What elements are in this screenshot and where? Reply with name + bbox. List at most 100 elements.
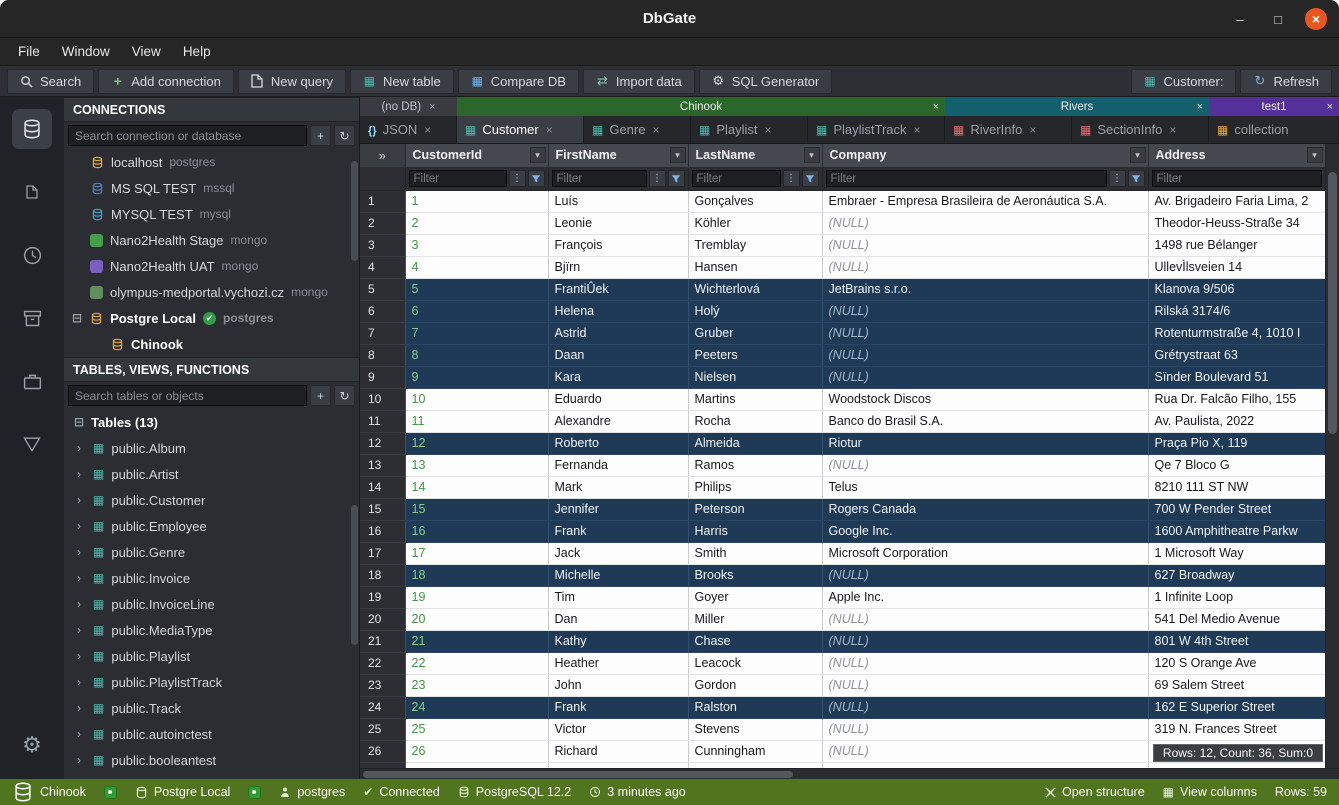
connection-item-nano2health-stage[interactable]: Nano2Health Stagemongo <box>64 227 359 253</box>
cell-customerid[interactable]: 5 <box>405 278 548 300</box>
row-number[interactable]: 3 <box>360 234 405 256</box>
filter-funnel-icon[interactable] <box>528 170 545 187</box>
cell-firstname[interactable]: Jack <box>548 542 688 564</box>
status-item-postgre-local[interactable]: Postgre Local <box>135 785 230 799</box>
cell-customerid[interactable]: 16 <box>405 520 548 542</box>
table-row[interactable]: 1313FernandaRamos(NULL)Qe 7 Bloco G <box>360 454 1325 476</box>
horizontal-scrollbar-thumb[interactable] <box>363 771 793 778</box>
tab-json[interactable]: {}JSON× <box>360 116 457 143</box>
status-item-badge[interactable] <box>104 786 117 799</box>
cell-lastname[interactable]: Stevens <box>688 718 822 740</box>
close-icon[interactable]: × <box>1327 101 1333 113</box>
tables-add-icon[interactable]: + <box>310 385 331 406</box>
refresh-button[interactable]: ↻Refresh <box>1240 69 1332 94</box>
cell-customerid[interactable]: 2 <box>405 212 548 234</box>
cell-customerid[interactable]: 15 <box>405 498 548 520</box>
chevron-right-icon[interactable]: › <box>77 467 86 481</box>
close-icon[interactable]: × <box>652 123 659 137</box>
cell-address[interactable]: 120 S Orange Ave <box>1148 652 1325 674</box>
row-number[interactable]: 5 <box>360 278 405 300</box>
chevron-right-icon[interactable]: › <box>77 727 86 741</box>
cell-lastname[interactable]: Brooks <box>688 564 822 586</box>
cell-company[interactable]: Embraer - Empresa Brasileira de Aeronáut… <box>822 190 1148 212</box>
import-data-button[interactable]: ⇄Import data <box>583 69 695 94</box>
cell-company[interactable]: (NULL) <box>822 344 1148 366</box>
cell-firstname[interactable]: François <box>548 234 688 256</box>
cell-lastname[interactable]: Ralston <box>688 696 822 718</box>
row-number[interactable]: 9 <box>360 366 405 388</box>
status-item-connected[interactable]: ✔Connected <box>363 785 440 799</box>
chevron-right-icon[interactable]: › <box>77 597 86 611</box>
close-icon[interactable]: × <box>1197 101 1203 113</box>
cell-address[interactable]: Rua Dr. Falcão Filho, 155 <box>1148 388 1325 410</box>
status-item-view-columns[interactable]: ▦View columns <box>1163 785 1257 799</box>
db-group-rivers[interactable]: Rivers× <box>945 97 1209 116</box>
close-icon[interactable]: × <box>933 101 939 113</box>
close-icon[interactable]: × <box>546 123 553 137</box>
table-item-public-mediatype[interactable]: ›▦public.MediaType <box>64 617 359 643</box>
cell-customerid[interactable]: 25 <box>405 718 548 740</box>
table-row[interactable]: 11LuísGonçalvesEmbraer - Empresa Brasile… <box>360 190 1325 212</box>
table-row[interactable]: 2222HeatherLeacock(NULL)120 S Orange Ave <box>360 652 1325 674</box>
compare-db-button[interactable]: ▦Compare DB <box>458 69 579 94</box>
tab-customer[interactable]: ▦Customer× <box>457 116 584 143</box>
horizontal-scrollbar[interactable] <box>360 768 1339 779</box>
row-number[interactable]: 17 <box>360 542 405 564</box>
vertical-scrollbar-thumb[interactable] <box>1328 172 1337 434</box>
cell-customerid[interactable]: 4 <box>405 256 548 278</box>
row-number[interactable]: 1 <box>360 190 405 212</box>
new-query-button[interactable]: New query <box>238 69 346 94</box>
cell-company[interactable]: (NULL) <box>822 696 1148 718</box>
vertical-scrollbar[interactable] <box>1325 144 1339 768</box>
cell-customerid[interactable]: 20 <box>405 608 548 630</box>
status-item-open-structure[interactable]: Open structure <box>1045 785 1145 799</box>
table-row[interactable]: 2424FrankRalston(NULL)162 E Superior Str… <box>360 696 1325 718</box>
sql-generator-button[interactable]: ⚙SQL Generator <box>699 69 833 94</box>
cell-company[interactable]: (NULL) <box>822 366 1148 388</box>
row-number[interactable]: 21 <box>360 630 405 652</box>
cell-customerid[interactable]: 10 <box>405 388 548 410</box>
column-dropdown-icon[interactable]: ▾ <box>670 147 686 163</box>
cell-firstname[interactable]: Richard <box>548 740 688 762</box>
row-number[interactable]: 23 <box>360 674 405 696</box>
tab-collection[interactable]: ▦collection <box>1209 116 1339 143</box>
column-header-firstname[interactable]: FirstName▾ <box>548 144 688 167</box>
cell-customerid[interactable]: 9 <box>405 366 548 388</box>
cell-firstname[interactable]: Michelle <box>548 564 688 586</box>
tables-scrollbar[interactable] <box>351 505 358 645</box>
cell-customerid[interactable]: 26 <box>405 740 548 762</box>
tab-playlisttrack[interactable]: ▦PlaylistTrack× <box>808 116 945 143</box>
cell-address[interactable]: Av. Brigadeiro Faria Lima, 2 <box>1148 190 1325 212</box>
table-item-public-customer[interactable]: ›▦public.Customer <box>64 487 359 513</box>
filter-input-firstname[interactable] <box>552 170 647 187</box>
table-row[interactable]: 99KaraNielsen(NULL)Sïnder Boulevard 51 <box>360 366 1325 388</box>
cell-company[interactable]: (NULL) <box>822 630 1148 652</box>
cell-customerid[interactable]: 11 <box>405 410 548 432</box>
table-row[interactable]: 1616FrankHarrisGoogle Inc.1600 Amphithea… <box>360 520 1325 542</box>
chevron-right-icon[interactable]: › <box>77 675 86 689</box>
cell-firstname[interactable]: Astrid <box>548 322 688 344</box>
filter-input-company[interactable] <box>826 170 1107 187</box>
cell-firstname[interactable]: Victor <box>548 718 688 740</box>
cell-address[interactable]: 69 Salem Street <box>1148 674 1325 696</box>
table-item-public-track[interactable]: ›▦public.Track <box>64 695 359 721</box>
collapse-icon[interactable]: ⊟ <box>74 415 84 429</box>
table-row[interactable]: 33FrançoisTremblay(NULL)1498 rue Bélange… <box>360 234 1325 256</box>
cell-firstname[interactable]: Kathy <box>548 630 688 652</box>
filter-funnel-icon[interactable] <box>668 170 685 187</box>
cell-address[interactable]: 801 W 4th Street <box>1148 630 1325 652</box>
cell-address[interactable]: Rilská 3174/6 <box>1148 300 1325 322</box>
cell-lastname[interactable]: Peeters <box>688 344 822 366</box>
cell-address[interactable]: 1600 Amphitheatre Parkw <box>1148 520 1325 542</box>
column-dropdown-icon[interactable]: ▾ <box>530 147 546 163</box>
db-group-chinook[interactable]: Chinook× <box>457 97 945 116</box>
close-icon[interactable]: × <box>1169 123 1176 137</box>
cell-firstname[interactable]: Dan <box>548 608 688 630</box>
cell-company[interactable]: (NULL) <box>822 564 1148 586</box>
table-row[interactable]: 66HelenaHolý(NULL)Rilská 3174/6 <box>360 300 1325 322</box>
status-item-3-minutes-ago[interactable]: 3 minutes ago <box>589 785 686 799</box>
row-number[interactable]: 2 <box>360 212 405 234</box>
column-header-customerid[interactable]: CustomerId▾ <box>405 144 548 167</box>
new-table-button[interactable]: ▦New table <box>350 69 454 94</box>
cell-customerid[interactable]: 17 <box>405 542 548 564</box>
